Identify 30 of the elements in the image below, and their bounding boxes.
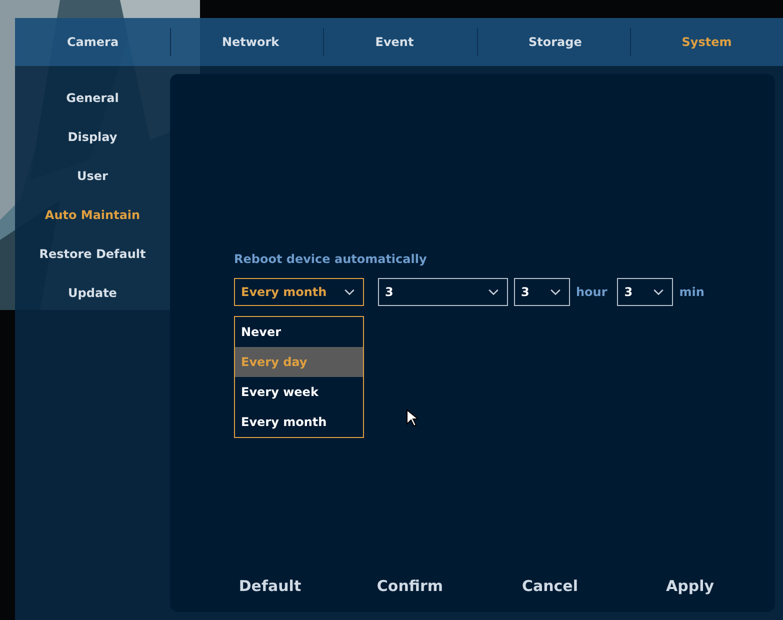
- unit-label: min: [679, 285, 704, 299]
- sidebar-item[interactable]: User: [15, 156, 170, 195]
- sidebar-item[interactable]: Display: [15, 117, 170, 156]
- chevron-down-icon: [488, 288, 499, 296]
- tab[interactable]: Storage: [478, 18, 630, 66]
- sidebar-item[interactable]: Auto Maintain: [15, 195, 170, 234]
- chevron-down-icon: [653, 288, 664, 296]
- minute-dropdown[interactable]: 3: [617, 278, 674, 306]
- cursor-icon: [406, 409, 418, 427]
- chevron-down-icon: [344, 288, 355, 296]
- dropdown-option[interactable]: Every month: [235, 407, 363, 437]
- sidebar-item[interactable]: Update: [15, 273, 170, 312]
- frequency-dropdown[interactable]: Every month: [234, 278, 364, 306]
- action-button[interactable]: Cancel: [480, 572, 620, 600]
- section-label: Reboot device automatically: [234, 252, 428, 266]
- action-button[interactable]: Apply: [620, 572, 760, 600]
- tab[interactable]: Network: [171, 18, 324, 66]
- tab[interactable]: System: [630, 18, 783, 66]
- day-dropdown[interactable]: 3: [378, 278, 508, 306]
- action-button[interactable]: Default: [200, 572, 340, 600]
- hour-dropdown[interactable]: 3: [514, 278, 570, 306]
- chevron-down-icon: [550, 288, 561, 296]
- tab[interactable]: Event: [324, 18, 476, 66]
- sidebar-item[interactable]: General: [15, 78, 170, 117]
- unit-label: hour: [576, 285, 608, 299]
- tab[interactable]: Camera: [15, 18, 170, 66]
- dropdown-option[interactable]: Every week: [235, 377, 363, 407]
- dropdown-option[interactable]: Never: [235, 317, 363, 347]
- sidebar-item[interactable]: Restore Default: [15, 234, 170, 273]
- action-button[interactable]: Confirm: [340, 572, 480, 600]
